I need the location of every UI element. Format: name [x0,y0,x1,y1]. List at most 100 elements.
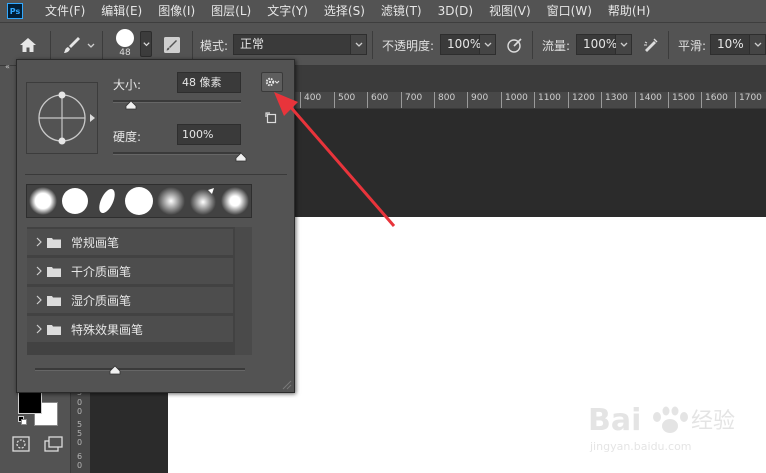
smoothing-label: 平滑: [678,39,707,53]
brush-preset-settings-button[interactable] [261,72,283,92]
hardness-slider[interactable] [113,152,247,162]
menu-edit[interactable]: 编辑(E) [101,0,142,22]
soft-round-pressure-tip-icon[interactable] [220,186,250,216]
airbrush-icon[interactable] [642,36,660,54]
folder-dry-media-brushes[interactable]: 干介质画笔 [27,258,233,284]
pressure-icon[interactable] [506,36,524,54]
quick-mask-icon[interactable] [12,436,30,452]
menu-file[interactable]: 文件(F) [45,0,85,22]
brush-preset-preview[interactable]: 48 [112,28,138,62]
preview-size-slider[interactable] [35,365,245,375]
size-slider[interactable] [113,100,241,110]
menu-3d[interactable]: 3D(D) [438,0,473,22]
chevron-right-icon[interactable] [35,237,43,247]
folder-icon [47,295,61,306]
size-slider-thumb[interactable] [125,100,137,110]
ruler-tick: 1400 [635,92,662,108]
hardness-input[interactable]: 100% [177,124,241,145]
airbrush-soft-tip-icon[interactable] [156,186,186,216]
foreground-color-swatch[interactable] [18,390,42,414]
flow-label: 流量: [542,39,571,53]
photoshop-logo-icon[interactable]: Ps [7,3,23,19]
menu-window[interactable]: 窗口(W) [547,0,592,22]
chevron-right-icon[interactable] [35,324,43,334]
chevron-down-icon[interactable] [86,41,96,51]
folder-special-effects-brushes[interactable]: 特殊效果画笔 [27,316,233,342]
divider [50,31,51,59]
hard-round-brush-tip-icon[interactable] [60,186,90,216]
annotation-arrow [274,92,396,227]
vruler-tick: 6 [77,452,83,461]
menu-image[interactable]: 图像(I) [158,0,195,22]
brush-preset-picker-toggle[interactable] [140,31,152,57]
ruler-tick: 1100 [534,92,561,108]
vruler-tick: 0 [77,438,83,447]
ruler-tick: 1300 [601,92,628,108]
menu-layer[interactable]: 图层(L) [211,0,251,22]
default-colors-icon[interactable] [18,416,28,426]
ruler-tick: 800 [434,92,455,108]
watermark-url: jingyan.baidu.com [589,440,692,453]
document-tab-bar [295,66,766,92]
divider [25,174,287,175]
divider [102,31,103,59]
ruler-tick: 700 [401,92,422,108]
flow-input[interactable]: 100% [576,34,617,55]
brush-angle-preview[interactable] [26,82,98,154]
brush-icon[interactable] [62,35,82,55]
chevron-right-icon[interactable] [35,295,43,305]
flow-dropdown-button[interactable] [616,34,632,55]
ruler-tick: 1700 [735,92,762,108]
vruler-tick: 5 [77,420,83,429]
smoothing-input[interactable]: 10% [710,34,750,55]
preview-size-slider-thumb[interactable] [109,365,121,375]
vruler-tick: 0 [77,398,83,407]
chevron-down-icon [143,42,150,47]
resize-grip-icon[interactable] [280,378,292,390]
opacity-dropdown-button[interactable] [480,34,496,55]
folder-wet-media-brushes[interactable]: 湿介质画笔 [27,287,233,313]
size-input[interactable]: 48 像素 [177,72,241,93]
gear-icon [265,77,280,87]
folder-label: 湿介质画笔 [71,293,132,308]
vruler-tick: 0 [77,461,83,470]
vruler-tick: 5 [77,429,83,438]
collapse-icon[interactable]: « [5,62,10,71]
hard-round-large-brush-tip-icon[interactable] [124,186,154,216]
home-icon[interactable] [18,35,38,55]
folder-list-scrollbar[interactable] [235,227,252,355]
smoothing-dropdown-button[interactable] [750,34,766,55]
opacity-input[interactable]: 100% [440,34,481,55]
divider [532,31,533,59]
menu-type[interactable]: 文字(Y) [267,0,308,22]
folder-general-brushes[interactable]: 常规画笔 [27,229,233,255]
folder-icon [47,266,61,277]
menu-select[interactable]: 选择(S) [324,0,365,22]
size-label: 大小: [113,78,142,92]
divider [372,31,373,59]
menu-help[interactable]: 帮助(H) [608,0,650,22]
chevron-down-icon [754,42,761,47]
folder-icon [47,237,61,248]
watermark-brand: Bai [588,403,641,438]
hardness-slider-thumb[interactable] [235,152,247,162]
chevron-down-icon [484,42,491,47]
chevron-right-icon[interactable] [35,266,43,276]
folder-icon [47,324,61,335]
screen-mode-icon[interactable] [44,436,64,454]
mode-label: 模式: [200,39,229,53]
menu-view[interactable]: 视图(V) [489,0,531,22]
menu-filter[interactable]: 滤镜(T) [381,0,422,22]
airbrush-pressure-tip-icon[interactable] [188,186,218,216]
mode-select[interactable]: 正常 [233,34,351,55]
mode-dropdown-button[interactable] [351,34,367,55]
soft-round-brush-tip-icon[interactable] [28,186,58,216]
brush-settings-panel-icon[interactable] [162,35,182,55]
ruler-tick: 900 [467,92,488,108]
angled-brush-tip-icon[interactable] [92,186,122,216]
ruler-tick: 1200 [568,92,595,108]
opacity-label: 不透明度: [382,39,435,53]
menu-items: 文件(F) 编辑(E) 图像(I) 图层(L) 文字(Y) 选择(S) 滤镜(T… [45,0,666,22]
vruler-tick: 0 [77,407,83,416]
brush-folder-list: 常规画笔 干介质画笔 湿介质画笔 特殊效果画笔 [27,227,252,355]
